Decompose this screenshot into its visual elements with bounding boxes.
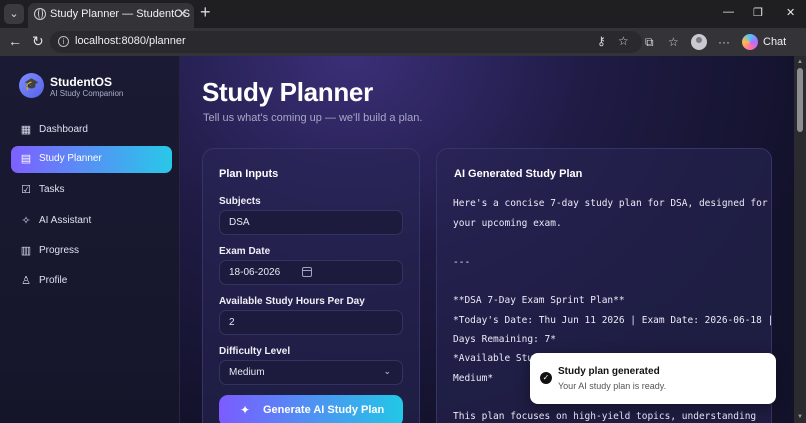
sidebar-item-label: Profile <box>39 275 68 286</box>
chevron-down-icon: ⌄ <box>383 366 391 376</box>
grid-icon: ▦ <box>20 124 32 136</box>
sparkles-icon: ✧ <box>21 215 31 227</box>
sidebar-item-label: Dashboard <box>39 124 88 135</box>
plan-line: *Today's Date: Thu Jun 11 2026 | Exam Da… <box>453 315 774 326</box>
close-window-icon[interactable]: ✕ <box>786 6 795 19</box>
graduation-cap-icon: 🎓 <box>19 73 44 98</box>
more-menu-icon[interactable]: ··· <box>718 35 730 49</box>
favorite-star-icon[interactable]: ☆ <box>618 34 629 48</box>
generate-plan-label: Generate AI Study Plan <box>263 404 385 416</box>
study-hours-value: 2 <box>229 317 235 328</box>
sidebar-item-progress[interactable]: ▥ Progress <box>11 238 172 265</box>
tab-title: Study Planner — StudentOS <box>50 8 191 20</box>
exam-date-input[interactable]: 18-06-2026 <box>219 260 403 285</box>
plan-line: --- <box>453 257 471 268</box>
study-hours-label: Available Study Hours Per Day <box>219 296 365 307</box>
study-hours-input[interactable]: 2 <box>219 310 403 335</box>
minimize-icon[interactable]: — <box>723 6 734 18</box>
sidebar-item-ai-assistant[interactable]: ✧ AI Assistant <box>11 208 172 235</box>
sidebar-item-label: Tasks <box>39 184 65 195</box>
key-icon[interactable]: ⚷ <box>597 34 606 48</box>
site-info-icon[interactable]: i <box>58 36 69 47</box>
profile-avatar[interactable] <box>691 34 707 50</box>
sidebar-item-label: Study Planner <box>39 153 102 164</box>
new-tab-icon[interactable]: + <box>200 3 211 21</box>
calendar-picker-icon[interactable] <box>302 267 312 277</box>
extensions-icon[interactable]: ⧉ <box>645 35 654 50</box>
url-input[interactable]: i localhost:8080/planner ⚷ ☆ <box>50 31 642 53</box>
page-subtitle: Tell us what's coming up — we'll build a… <box>203 112 423 124</box>
exam-date-value: 18-06-2026 <box>229 267 281 278</box>
user-icon: ♙ <box>21 275 31 287</box>
globe-icon <box>34 8 46 20</box>
restore-icon[interactable]: ❐ <box>753 6 763 19</box>
collections-icon[interactable]: ☆ <box>668 35 679 49</box>
refresh-icon[interactable]: ↻ <box>32 33 44 50</box>
close-tab-icon[interactable]: ✕ <box>177 6 188 22</box>
plan-inputs-card: Plan Inputs Subjects DSA Exam Date 18-06… <box>202 148 420 423</box>
success-toast: ✓ Study plan generated Your AI study pla… <box>530 353 776 404</box>
difficulty-select[interactable]: Medium ⌄ <box>219 360 403 385</box>
plan-line: Medium* <box>453 373 494 384</box>
address-bar-row: ← ↻ i localhost:8080/planner ⚷ ☆ ⧉ ☆ ···… <box>0 28 806 56</box>
checkbox-icon: ☑ <box>21 184 31 196</box>
difficulty-value: Medium <box>229 367 265 378</box>
brand-name: StudentOS <box>50 75 112 89</box>
plan-line: **DSA 7-Day Exam Sprint Plan** <box>453 295 625 306</box>
page-title: Study Planner <box>202 77 373 107</box>
plan-line: Here's a concise 7-day study plan for DS… <box>453 198 768 209</box>
sidebar-item-tasks[interactable]: ☑ Tasks <box>11 177 172 204</box>
sidebar-item-label: Progress <box>39 245 80 256</box>
scroll-up-icon[interactable]: ▲ <box>797 59 803 65</box>
card-title: Plan Inputs <box>219 168 279 180</box>
sidebar-item-dashboard[interactable]: ▦ Dashboard <box>11 117 172 144</box>
card-title: AI Generated Study Plan <box>454 168 583 180</box>
exam-date-label: Exam Date <box>219 246 271 257</box>
chat-button[interactable]: Chat <box>738 32 788 52</box>
scroll-thumb[interactable] <box>797 68 803 132</box>
toast-title: Study plan generated <box>558 366 660 377</box>
subjects-label: Subjects <box>219 196 261 207</box>
sidebar: 🎓 StudentOS AI Study Companion ▦ Dashboa… <box>0 56 180 423</box>
subjects-value: DSA <box>229 217 250 228</box>
scroll-down-icon[interactable]: ▼ <box>797 414 803 420</box>
calendar-icon: ▤ <box>20 153 32 165</box>
bar-chart-icon: ▥ <box>20 245 32 257</box>
sidebar-item-label: AI Assistant <box>39 215 92 226</box>
sidebar-item-study-planner[interactable]: ▤ Study Planner <box>11 146 172 173</box>
browser-tab[interactable]: Study Planner — StudentOS ✕ <box>28 3 194 28</box>
subjects-input[interactable]: DSA <box>219 210 403 235</box>
plan-line: Days Remaining: 7* <box>453 334 556 345</box>
copilot-icon <box>742 34 758 50</box>
chat-label: Chat <box>763 36 787 48</box>
check-circle-icon: ✓ <box>540 372 552 384</box>
browser-tab-bar: ⌄ Study Planner — StudentOS ✕ + — ❐ ✕ <box>0 0 806 28</box>
back-icon[interactable]: ← <box>8 33 22 49</box>
page-scrollbar[interactable]: ▲ ▼ <box>794 56 806 423</box>
tab-actions-menu-icon[interactable]: ⌄ <box>4 4 24 24</box>
plan-line: *Available Stud <box>453 353 539 364</box>
plan-line: your upcoming exam. <box>453 218 562 229</box>
plan-line: This plan focuses on high-yield topics, … <box>453 411 757 422</box>
sparkles-icon: ✦ <box>240 403 251 417</box>
brand-tagline: AI Study Companion <box>50 89 124 98</box>
url-text: localhost:8080/planner <box>75 35 186 47</box>
difficulty-label: Difficulty Level <box>219 346 291 357</box>
sidebar-item-profile[interactable]: ♙ Profile <box>11 268 172 295</box>
generate-plan-button[interactable]: ✦ Generate AI Study Plan <box>219 395 403 423</box>
toast-message: Your AI study plan is ready. <box>558 381 667 391</box>
